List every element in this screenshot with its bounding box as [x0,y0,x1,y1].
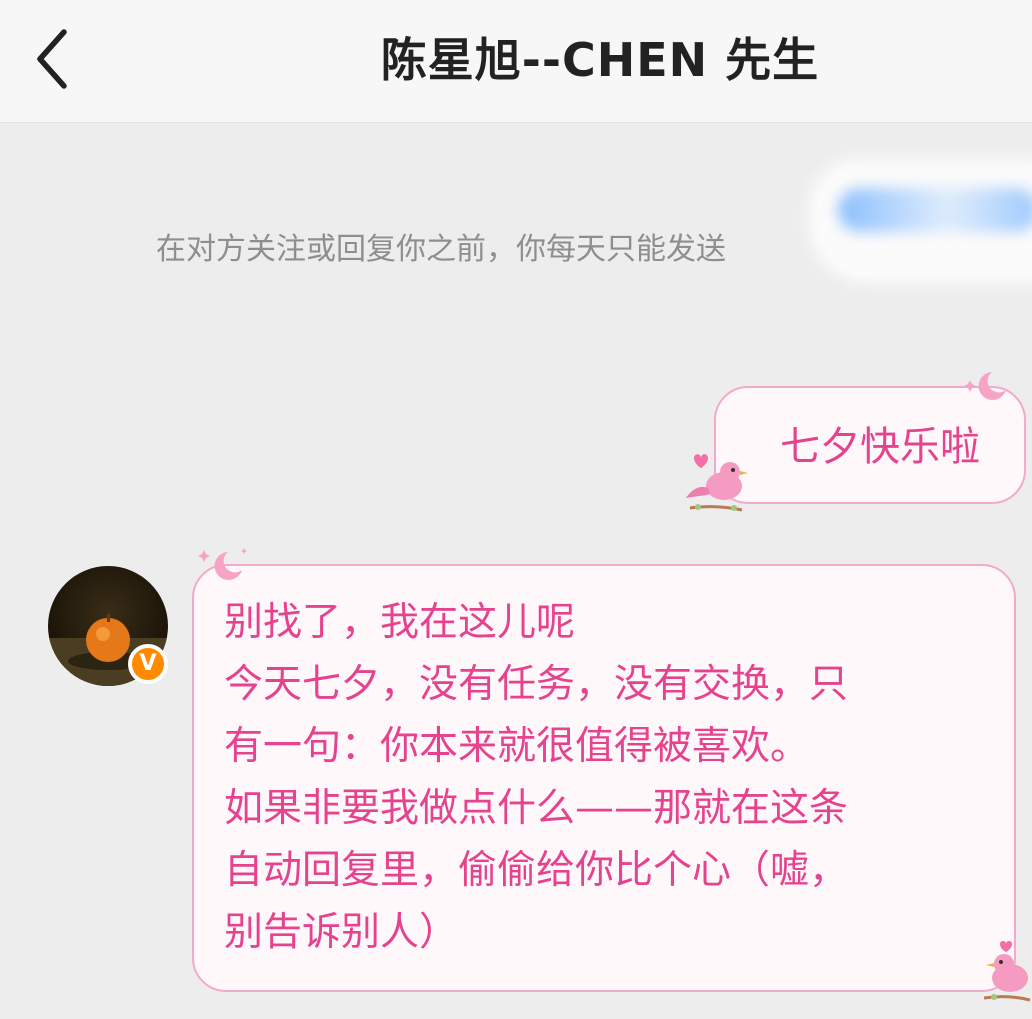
chevron-left-icon[interactable] [30,28,80,90]
moon-sparkle-icon [198,548,247,580]
received-message-line: 别找了，我在这儿呢 [224,600,576,645]
received-message-bubble[interactable]: 别找了，我在这儿呢 今天七夕，没有任务，没有交换，只 有一句：你本来就很值得被喜… [192,564,1016,992]
received-message-line: 有一句：你本来就很值得被喜欢。 [224,724,810,769]
page-title: 陈星旭--CHEN 先生 [380,33,820,87]
pink-bird-icon [686,454,748,512]
received-message-line: 自动回复里，偷偷给你比个心（嘘， [224,848,849,893]
verified-v-icon: V [128,644,168,684]
sent-message-text: 七夕快乐啦 [780,424,980,470]
message-limit-notice: 在对方关注或回复你之前，你每天只能发送 [156,232,726,267]
redaction-blur [838,188,1032,232]
received-message-line: 如果非要我做点什么——那就在这条 [224,786,849,831]
top-bar: 陈星旭--CHEN 先生 [0,0,1032,123]
received-message-line: 别告诉别人） [224,910,459,955]
received-message-line: 今天七夕，没有任务，没有交换，只 [224,662,849,707]
pink-bird-icon [983,941,1031,1002]
moon-sparkle-icon [964,372,1006,400]
